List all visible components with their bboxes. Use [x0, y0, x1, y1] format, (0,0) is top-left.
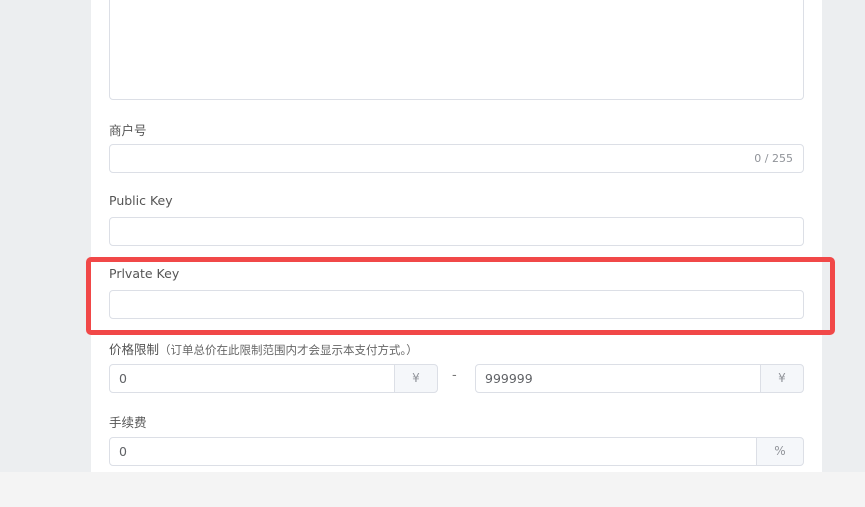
merchant-id-label: 商户号: [109, 123, 147, 138]
price-min-value: 0: [119, 371, 127, 386]
price-limit-hint: （订单总价在此限制范围内才会显示本支付方式。）: [159, 343, 418, 357]
fee-value: 0: [119, 444, 127, 459]
price-max-currency-addon: ¥: [760, 364, 804, 393]
merchant-id-input[interactable]: 0 / 255: [109, 144, 804, 173]
footer-strip: [0, 472, 865, 507]
price-min-currency-addon: ¥: [394, 364, 438, 393]
public-key-label: Public Key: [109, 193, 173, 208]
fee-input[interactable]: 0: [109, 437, 757, 466]
description-textarea[interactable]: [109, 0, 804, 100]
price-min-input[interactable]: 0: [109, 364, 395, 393]
fee-label: 手续费: [109, 415, 147, 430]
private-key-input[interactable]: [109, 290, 804, 319]
price-limit-label-text: 价格限制: [109, 342, 160, 357]
private-key-label: Prlvate Key: [109, 266, 180, 281]
price-range-separator: -: [452, 368, 457, 383]
price-limit-label: 价格限制（订单总价在此限制范围内才会显示本支付方式。）: [109, 339, 418, 358]
public-key-input[interactable]: [109, 217, 804, 246]
merchant-id-counter: 0 / 255: [754, 152, 793, 165]
price-max-value: 999999: [485, 371, 533, 386]
fee-unit-addon: %: [756, 437, 804, 466]
price-max-input[interactable]: 999999: [475, 364, 761, 393]
